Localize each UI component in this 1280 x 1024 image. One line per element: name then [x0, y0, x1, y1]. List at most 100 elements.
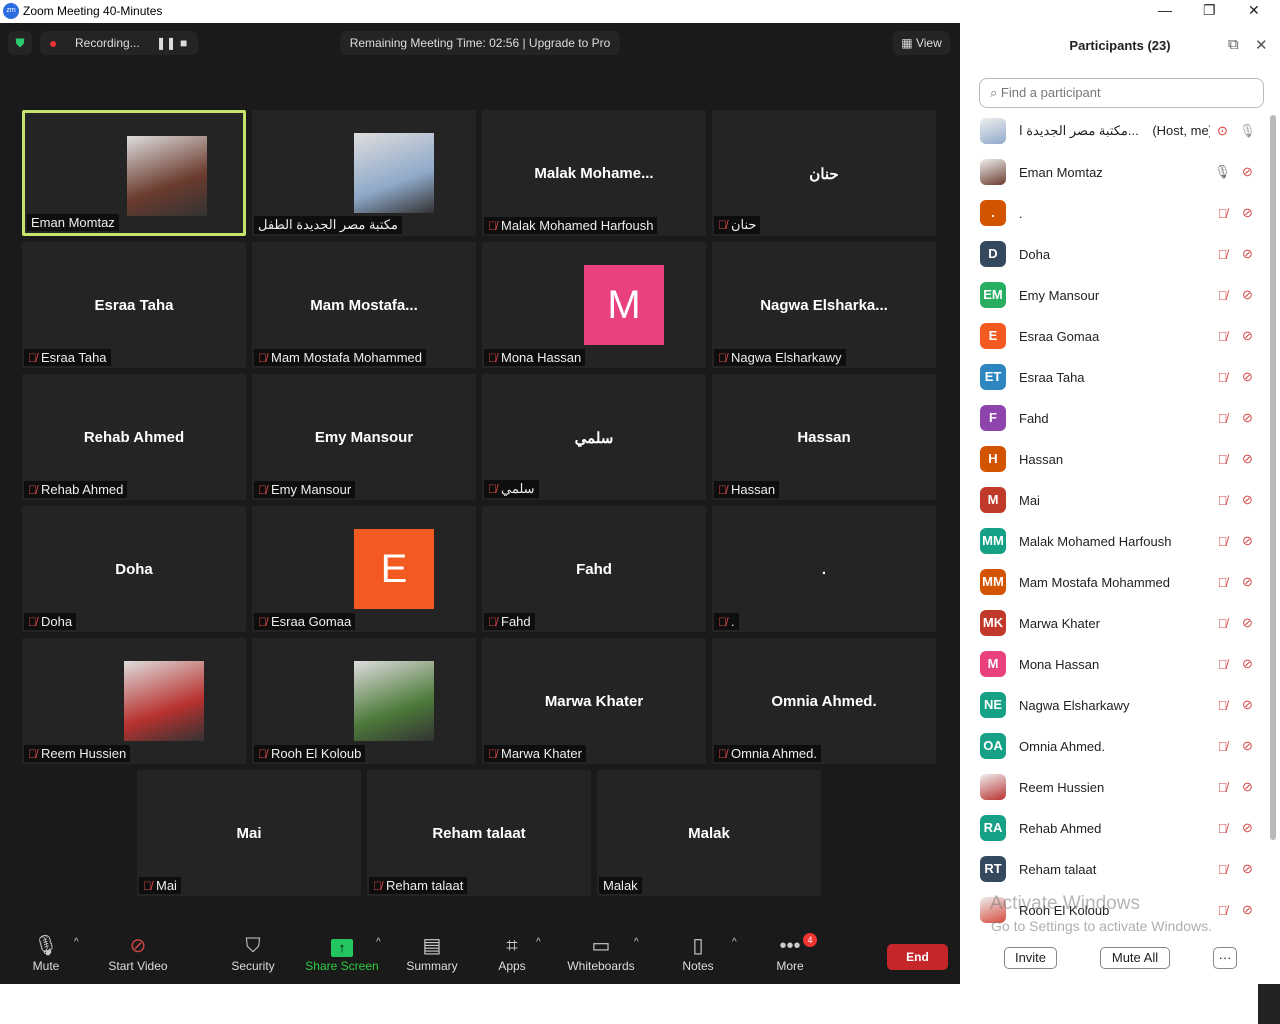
video-tile[interactable]: Emy Mansour 🎙̸ Emy Mansour	[252, 374, 476, 500]
video-tile[interactable]: Mai 🎙̸ Mai	[137, 770, 361, 896]
video-off-icon[interactable]: ⊘	[1235, 533, 1260, 549]
video-tile[interactable]: Nagwa Elsharka... 🎙̸ Nagwa Elsharkawy	[712, 242, 936, 368]
participant-item[interactable]: M Mai 🎙̸ ⊘	[980, 485, 1260, 515]
notes-options-caret[interactable]: ^	[732, 937, 737, 948]
participant-item[interactable]: M Mona Hassan 🎙̸ ⊘	[980, 649, 1260, 679]
video-off-icon[interactable]: ⊘	[1235, 492, 1260, 508]
video-off-icon[interactable]: ⊘	[1235, 287, 1260, 303]
participant-item[interactable]: OA Omnia Ahmed. 🎙̸ ⊘	[980, 731, 1260, 761]
video-off-icon[interactable]: ⊘	[1235, 615, 1260, 631]
video-tile[interactable]: Reham talaat 🎙̸ Reham talaat	[367, 770, 591, 896]
video-off-icon[interactable]: ⊘	[1235, 205, 1260, 221]
participant-item[interactable]: F Fahd 🎙̸ ⊘	[980, 403, 1260, 433]
close-button[interactable]: ✕	[1248, 2, 1260, 19]
video-off-icon[interactable]: ⊘	[1235, 656, 1260, 672]
video-tile[interactable]: مكتبة مصر الجديدة الطفل	[252, 110, 476, 236]
video-tile[interactable]: 🎙̸ Rooh El Koloub	[252, 638, 476, 764]
participant-item[interactable]: E Esraa Gomaa 🎙̸ ⊘	[980, 321, 1260, 351]
mute-button[interactable]: 🎙 Mute	[26, 933, 66, 973]
video-off-icon[interactable]: ⊘	[1235, 861, 1260, 877]
video-tile[interactable]: E 🎙̸ Esraa Gomaa	[252, 506, 476, 632]
microphone-icon[interactable]: 🎙	[1210, 164, 1235, 180]
video-tile[interactable]: Marwa Khater 🎙̸ Marwa Khater	[482, 638, 706, 764]
notes-button[interactable]: ▯ Notes	[678, 933, 718, 973]
video-off-icon[interactable]: ⊘	[1235, 410, 1260, 426]
video-tile[interactable]: Omnia Ahmed. 🎙̸ Omnia Ahmed.	[712, 638, 936, 764]
video-off-icon[interactable]: ⊘	[1235, 738, 1260, 754]
video-off-icon[interactable]: ⊘	[1235, 164, 1260, 180]
participants-scrollbar[interactable]	[1270, 115, 1276, 840]
muted-mic-icon[interactable]: 🎙̸	[1210, 206, 1235, 221]
summary-button[interactable]: ▤ Summary	[402, 933, 462, 973]
video-off-icon[interactable]: ⊘	[1235, 246, 1260, 262]
muted-mic-icon[interactable]: 🎙̸	[1210, 411, 1235, 426]
video-tile[interactable]: Malak Mohame... 🎙̸ Malak Mohamed Harfoush	[482, 110, 706, 236]
participant-item[interactable]: RT Reham talaat 🎙̸ ⊘	[980, 854, 1260, 884]
video-off-icon[interactable]: ⊘	[1235, 369, 1260, 385]
video-off-icon[interactable]: ⊘	[1235, 328, 1260, 344]
video-off-icon[interactable]: ⊘	[1235, 451, 1260, 467]
video-tile[interactable]: 🎙̸ Reem Hussien	[22, 638, 246, 764]
video-off-icon[interactable]: ⊘	[1235, 902, 1260, 918]
start-video-button[interactable]: ⊘ Start Video	[103, 933, 173, 973]
muted-mic-icon[interactable]: 🎙̸	[1210, 862, 1235, 877]
video-tile[interactable]: Eman Momtaz	[22, 110, 246, 236]
audio-options-caret[interactable]: ^	[74, 937, 79, 948]
participant-item[interactable]: NE Nagwa Elsharkawy 🎙̸ ⊘	[980, 690, 1260, 720]
participant-search-input[interactable]: ⌕ Find a participant	[979, 78, 1264, 108]
muted-mic-icon[interactable]: 🎙̸	[1210, 657, 1235, 672]
muted-mic-icon[interactable]: 🎙̸	[1210, 616, 1235, 631]
video-tile[interactable]: Doha 🎙̸ Doha	[22, 506, 246, 632]
muted-mic-icon[interactable]: 🎙̸	[1210, 821, 1235, 836]
panel-more-button[interactable]: ···	[1213, 947, 1237, 969]
pause-recording-button[interactable]: ❚❚	[156, 31, 176, 55]
whiteboards-button[interactable]: ▭ Whiteboards	[563, 933, 639, 973]
participant-item[interactable]: H Hassan 🎙̸ ⊘	[980, 444, 1260, 474]
video-tile[interactable]: Malak Malak	[597, 770, 821, 896]
video-tile[interactable]: Fahd 🎙̸ Fahd	[482, 506, 706, 632]
stop-recording-button[interactable]: ■	[180, 31, 187, 55]
apps-button[interactable]: ⌗ Apps	[492, 933, 532, 973]
remaining-time-banner[interactable]: Remaining Meeting Time: 02:56 | Upgrade …	[340, 31, 620, 55]
video-off-icon[interactable]: ⊘	[1235, 697, 1260, 713]
video-tile[interactable]: . 🎙̸.	[712, 506, 936, 632]
minimize-button[interactable]: —	[1158, 2, 1172, 18]
mute-all-button[interactable]: Mute All	[1100, 947, 1170, 969]
participant-item[interactable]: MM Malak Mohamed Harfoush 🎙̸ ⊘	[980, 526, 1260, 556]
muted-mic-icon[interactable]: 🎙̸	[1210, 329, 1235, 344]
muted-mic-icon[interactable]: 🎙̸	[1210, 247, 1235, 262]
muted-mic-icon[interactable]: 🎙̸	[1210, 903, 1235, 918]
participant-item[interactable]: .. 🎙̸ ⊘	[980, 198, 1260, 228]
participant-item[interactable]: EM Emy Mansour 🎙̸ ⊘	[980, 280, 1260, 310]
popout-icon[interactable]: ⧉	[1228, 36, 1239, 53]
participant-item[interactable]: مكتبة مصر الجديدة ا... (Host, me) ⊙ 🎙	[980, 116, 1260, 146]
video-off-icon[interactable]: ⊘	[1235, 779, 1260, 795]
more-button[interactable]: ••• More 4	[770, 933, 817, 973]
participant-item[interactable]: MK Marwa Khater 🎙̸ ⊘	[980, 608, 1260, 638]
video-off-icon[interactable]: ⊘	[1235, 574, 1260, 590]
video-tile[interactable]: Hassan 🎙̸ Hassan	[712, 374, 936, 500]
share-screen-button[interactable]: ↑ Share Screen	[304, 933, 380, 973]
participant-item[interactable]: RA Rehab Ahmed 🎙̸ ⊘	[980, 813, 1260, 843]
participant-item[interactable]: D Doha 🎙̸ ⊘	[980, 239, 1260, 269]
participant-item[interactable]: MM Mam Mostafa Mohammed 🎙̸ ⊘	[980, 567, 1260, 597]
muted-mic-icon[interactable]: 🎙̸	[1210, 698, 1235, 713]
muted-mic-icon[interactable]: 🎙̸	[1210, 780, 1235, 795]
muted-mic-icon[interactable]: 🎙̸	[1210, 493, 1235, 508]
microphone-icon[interactable]: 🎙	[1235, 123, 1260, 139]
security-button[interactable]: ⛉ Security	[228, 933, 278, 973]
muted-mic-icon[interactable]: 🎙̸	[1210, 534, 1235, 549]
video-off-icon[interactable]: ⊘	[1235, 820, 1260, 836]
participant-item[interactable]: Reem Hussien 🎙̸ ⊘	[980, 772, 1260, 802]
muted-mic-icon[interactable]: 🎙̸	[1210, 288, 1235, 303]
video-tile[interactable]: سلمي 🎙̸ سلمي	[482, 374, 706, 500]
apps-options-caret[interactable]: ^	[536, 937, 541, 948]
muted-mic-icon[interactable]: 🎙̸	[1210, 370, 1235, 385]
security-shield-icon[interactable]: ⛊	[8, 31, 32, 55]
close-panel-icon[interactable]: ✕	[1255, 36, 1268, 54]
video-tile[interactable]: M 🎙̸ Mona Hassan	[482, 242, 706, 368]
maximize-button[interactable]: ❐	[1203, 2, 1216, 19]
end-meeting-button[interactable]: End	[887, 944, 948, 970]
muted-mic-icon[interactable]: 🎙̸	[1210, 739, 1235, 754]
video-tile[interactable]: Rehab Ahmed 🎙̸ Rehab Ahmed	[22, 374, 246, 500]
